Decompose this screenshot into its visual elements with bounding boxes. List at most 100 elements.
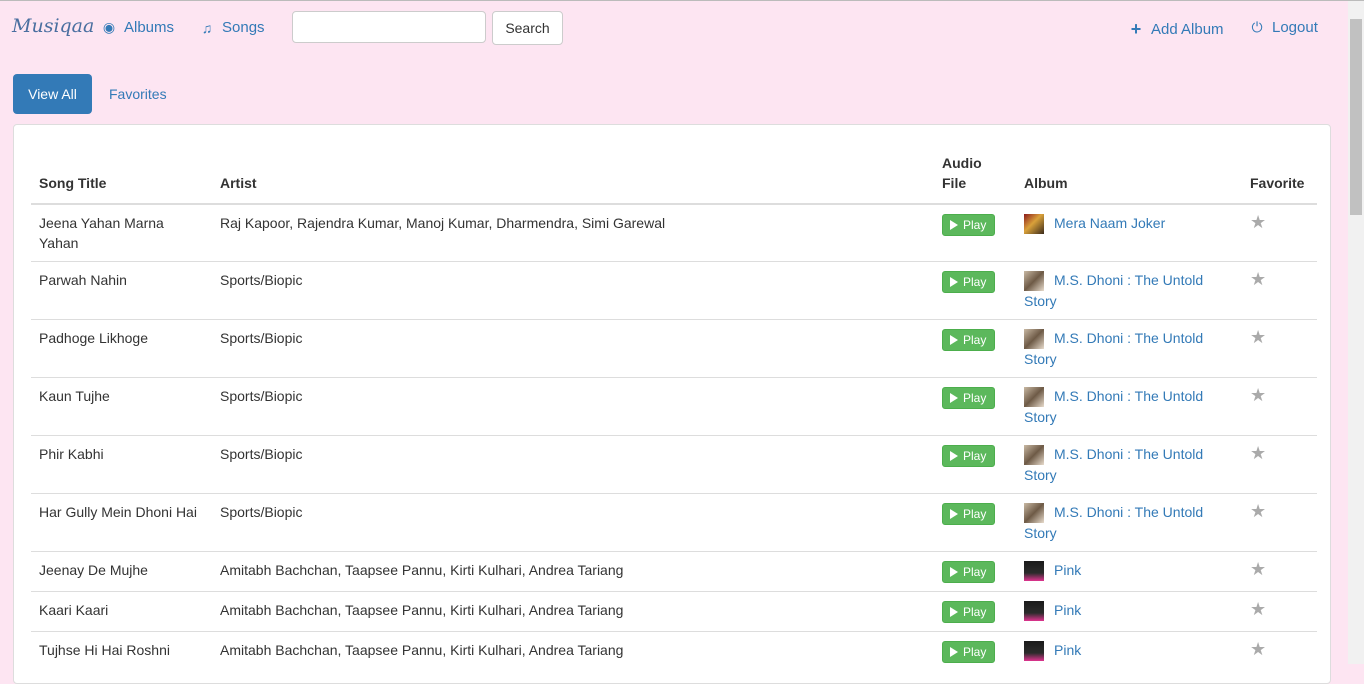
song-title: Jeena Yahan Marna Yahan xyxy=(31,203,210,262)
play-label: Play xyxy=(963,391,987,405)
play-button[interactable]: Play xyxy=(942,561,996,583)
album-cell: M.S. Dhoni : The Untold Story xyxy=(1016,319,1242,378)
play-button[interactable]: Play xyxy=(942,503,996,525)
song-title: Jeenay De Mujhe xyxy=(31,551,210,592)
album-thumbnail[interactable] xyxy=(1024,329,1044,349)
album-cell: M.S. Dhoni : The Untold Story xyxy=(1016,435,1242,494)
album-cell: M.S. Dhoni : The Untold Story xyxy=(1016,377,1242,436)
play-label: Play xyxy=(963,333,987,347)
songs-panel: Song Title Artist Audio File Album Favori… xyxy=(13,124,1331,684)
album-link[interactable]: M.S. Dhoni : The Untold Story xyxy=(1024,504,1203,541)
album-cell: Pink xyxy=(1016,591,1242,632)
search-button[interactable]: Search xyxy=(492,11,563,45)
power-icon: ⏻ xyxy=(1251,19,1263,35)
audio-cell: Play xyxy=(937,631,1016,671)
album-thumbnail[interactable] xyxy=(1024,503,1044,523)
nav-songs[interactable]: ♫ Songs xyxy=(199,19,265,36)
tab-view-all[interactable]: View All xyxy=(13,74,92,114)
play-icon xyxy=(950,607,958,617)
nav-add-album[interactable]: + Add Album xyxy=(1128,19,1224,40)
header-audio-line2: File xyxy=(942,175,967,191)
favorite-cell: ★ xyxy=(1242,591,1317,632)
album-thumbnail[interactable] xyxy=(1024,387,1044,407)
album-link[interactable]: M.S. Dhoni : The Untold Story xyxy=(1024,446,1203,483)
star-icon[interactable]: ★ xyxy=(1250,502,1266,520)
audio-cell: Play xyxy=(937,319,1016,378)
navbar: Musiqaa ◉ Albums ♫ Songs Search + Add Al… xyxy=(0,1,1348,55)
album-thumbnail[interactable] xyxy=(1024,214,1044,234)
album-thumbnail[interactable] xyxy=(1024,445,1044,465)
songs-table: Song Title Artist Audio File Album Favori… xyxy=(31,145,1317,671)
song-title: Tujhse Hi Hai Roshni xyxy=(31,631,210,671)
play-button[interactable]: Play xyxy=(942,329,996,351)
play-icon xyxy=(950,567,958,577)
album-thumbnail[interactable] xyxy=(1024,271,1044,291)
play-button[interactable]: Play xyxy=(942,445,996,467)
audio-cell: Play xyxy=(937,377,1016,436)
song-artist: Amitabh Bachchan, Taapsee Pannu, Kirti K… xyxy=(210,591,937,632)
brand-logo[interactable]: Musiqaa xyxy=(12,15,94,37)
album-link[interactable]: Pink xyxy=(1054,562,1081,578)
star-icon[interactable]: ★ xyxy=(1250,213,1266,231)
search-input[interactable] xyxy=(292,11,486,43)
header-artist: Artist xyxy=(210,145,937,205)
song-title: Kaun Tujhe xyxy=(31,377,210,436)
star-icon[interactable]: ★ xyxy=(1250,386,1266,404)
favorite-cell: ★ xyxy=(1242,551,1317,592)
album-cell: Pink xyxy=(1016,631,1242,671)
album-cell: M.S. Dhoni : The Untold Story xyxy=(1016,493,1242,552)
song-artist: Amitabh Bachchan, Taapsee Pannu, Kirti K… xyxy=(210,631,937,671)
table-row: Parwah Nahin Sports/Biopic Play M.S. Dho… xyxy=(31,261,1317,320)
album-cell: Mera Naam Joker xyxy=(1016,203,1242,262)
play-button[interactable]: Play xyxy=(942,387,996,409)
plus-icon: + xyxy=(1130,19,1142,39)
album-thumbnail[interactable] xyxy=(1024,601,1044,621)
song-title: Har Gully Mein Dhoni Hai xyxy=(31,493,210,552)
album-thumbnail[interactable] xyxy=(1024,641,1044,661)
nav-add-album-label: Add Album xyxy=(1151,21,1224,38)
star-icon[interactable]: ★ xyxy=(1250,560,1266,578)
favorite-cell: ★ xyxy=(1242,261,1317,320)
album-link[interactable]: Pink xyxy=(1054,642,1081,658)
album-link[interactable]: M.S. Dhoni : The Untold Story xyxy=(1024,388,1203,425)
nav-albums[interactable]: ◉ Albums xyxy=(101,19,174,36)
play-icon xyxy=(950,647,958,657)
table-row: Padhoge Likhoge Sports/Biopic Play M.S. … xyxy=(31,319,1317,378)
star-icon[interactable]: ★ xyxy=(1250,600,1266,618)
table-header-row: Song Title Artist Audio File Album Favori… xyxy=(31,145,1317,205)
favorite-cell: ★ xyxy=(1242,493,1317,552)
play-icon xyxy=(950,451,958,461)
table-row: Har Gully Mein Dhoni Hai Sports/Biopic P… xyxy=(31,493,1317,552)
album-thumbnail[interactable] xyxy=(1024,561,1044,581)
play-label: Play xyxy=(963,605,987,619)
album-link[interactable]: Pink xyxy=(1054,602,1081,618)
star-icon[interactable]: ★ xyxy=(1250,444,1266,462)
nav-albums-label: Albums xyxy=(124,19,175,36)
favorite-cell: ★ xyxy=(1242,435,1317,494)
album-link[interactable]: M.S. Dhoni : The Untold Story xyxy=(1024,272,1203,309)
star-icon[interactable]: ★ xyxy=(1250,270,1266,288)
song-artist: Sports/Biopic xyxy=(210,377,937,436)
play-label: Play xyxy=(963,275,987,289)
tab-favorites[interactable]: Favorites xyxy=(109,86,167,102)
favorite-cell: ★ xyxy=(1242,319,1317,378)
scrollbar-thumb[interactable] xyxy=(1350,19,1362,215)
vertical-scrollbar[interactable] xyxy=(1348,1,1364,664)
play-icon xyxy=(950,277,958,287)
table-row: Tujhse Hi Hai Roshni Amitabh Bachchan, T… xyxy=(31,631,1317,671)
play-button[interactable]: Play xyxy=(942,601,996,623)
album-link[interactable]: M.S. Dhoni : The Untold Story xyxy=(1024,330,1203,367)
play-button[interactable]: Play xyxy=(942,641,996,663)
song-artist: Sports/Biopic xyxy=(210,435,937,494)
album-link[interactable]: Mera Naam Joker xyxy=(1054,215,1165,231)
song-title: Kaari Kaari xyxy=(31,591,210,632)
play-button[interactable]: Play xyxy=(942,271,996,293)
nav-logout[interactable]: ⏻ Logout xyxy=(1249,19,1317,36)
star-icon[interactable]: ★ xyxy=(1250,640,1266,658)
play-button[interactable]: Play xyxy=(942,214,996,236)
song-artist: Sports/Biopic xyxy=(210,493,937,552)
audio-cell: Play xyxy=(937,203,1016,262)
audio-cell: Play xyxy=(937,493,1016,552)
star-icon[interactable]: ★ xyxy=(1250,328,1266,346)
play-label: Play xyxy=(963,449,987,463)
